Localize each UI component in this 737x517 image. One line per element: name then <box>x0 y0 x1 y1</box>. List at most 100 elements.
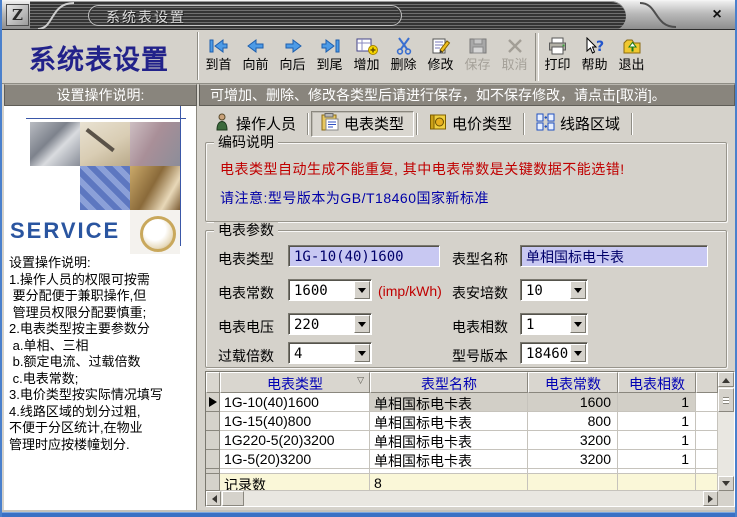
print-icon <box>548 34 568 57</box>
app-window: Z 系统表设置 × 系统表设置 到首 向前 <box>0 0 737 517</box>
notice-bar: 可增加、删除、修改各类型后请进行保存，如不保存修改，请点击[取消]。 <box>199 84 735 106</box>
toolbar-buttons: 到首 向前 向后 到尾 <box>200 31 650 83</box>
operator-icon <box>214 113 231 135</box>
tab-separator <box>631 113 633 135</box>
tab-meter-type[interactable]: 电表类型 <box>311 111 414 137</box>
voltage-dropdown[interactable]: 220 <box>288 313 372 335</box>
tab-label: 电价类型 <box>452 113 512 134</box>
exit-button[interactable]: 退出 <box>613 31 650 83</box>
sort-indicator-icon: ▽ <box>357 376 364 386</box>
titlebar-curve-decoration-right <box>638 1 678 30</box>
service-wordmark: SERVICE <box>10 218 120 244</box>
tab-line-area[interactable]: 线路区域 <box>527 111 629 137</box>
table-row[interactable]: 1G-15(40)800 单相国标电卡表 800 1 <box>206 412 718 431</box>
tab-label: 操作人员 <box>236 113 296 134</box>
vertical-scroll-thumb[interactable] <box>718 388 734 412</box>
photo-gold-parts <box>130 166 180 210</box>
toolbar: 系统表设置 到首 向前 向后 <box>2 30 735 84</box>
table-row[interactable]: 1G-5(20)3200 单相国标电卡表 3200 1 <box>206 450 718 469</box>
goto-last-button[interactable]: 到尾 <box>311 31 348 83</box>
column-header-model-name[interactable]: 表型名称 <box>370 372 528 393</box>
coding-note-text: 请注意:型号版本为GB/T18460国家新标准 <box>220 188 489 208</box>
cancel-button[interactable]: 取消 <box>496 31 533 83</box>
photo-pens <box>130 122 180 166</box>
price-type-icon <box>429 113 447 135</box>
voltage-label: 电表电压 <box>218 317 274 337</box>
print-button[interactable]: 打印 <box>539 31 576 83</box>
modify-record-icon <box>431 34 451 57</box>
go-next-button[interactable]: 向后 <box>274 31 311 83</box>
vertical-scrollbar[interactable] <box>718 372 734 491</box>
overload-label: 过载倍数 <box>218 346 274 366</box>
help-icon: ? <box>584 34 606 57</box>
add-record-button[interactable]: 增加 <box>348 31 385 83</box>
overload-dropdown[interactable]: 4 <box>288 342 372 364</box>
line-area-icon <box>536 113 555 135</box>
scroll-left-button[interactable] <box>206 491 221 506</box>
photo-tools <box>30 122 80 166</box>
save-button[interactable]: 保存 <box>459 31 496 83</box>
save-icon <box>468 34 488 57</box>
window-title: 系统表设置 <box>106 7 186 27</box>
scroll-right-button[interactable] <box>703 491 718 506</box>
version-dropdown[interactable]: 18460 <box>520 342 588 364</box>
column-header-constant[interactable]: 电表常数 <box>528 372 618 393</box>
right-panel: 操作人员 电表类型 电价类型 线路区域 <box>199 106 737 510</box>
exit-icon <box>622 34 642 57</box>
toolbar-separator <box>197 32 199 80</box>
go-previous-icon <box>246 34 266 57</box>
close-icon[interactable]: × <box>707 5 727 25</box>
ampere-dropdown[interactable]: 10 <box>520 279 588 301</box>
horizontal-scroll-thumb[interactable] <box>222 491 244 506</box>
goto-first-icon <box>209 34 229 57</box>
version-label: 型号版本 <box>452 346 508 366</box>
delete-record-button[interactable]: 删除 <box>385 31 422 83</box>
row-indicator <box>206 393 220 412</box>
chevron-down-icon <box>354 315 370 333</box>
help-button[interactable]: ? 帮助 <box>576 31 613 83</box>
tab-operators[interactable]: 操作人员 <box>205 111 305 137</box>
horizontal-scrollbar[interactable] <box>206 491 718 506</box>
chevron-down-icon <box>354 344 370 362</box>
chevron-down-icon <box>570 344 586 362</box>
meter-constant-dropdown[interactable]: 1600 <box>288 279 372 301</box>
window-bottom-border <box>2 510 735 517</box>
scroll-up-button[interactable] <box>718 372 734 387</box>
delete-record-icon <box>394 34 414 57</box>
tab-separator <box>307 113 309 135</box>
row-indicator <box>206 431 220 450</box>
decor-hairline-vertical <box>180 106 181 246</box>
column-header-phase[interactable]: 电表相数 <box>618 372 696 393</box>
model-name-input[interactable] <box>520 245 708 267</box>
chevron-down-icon <box>354 281 370 299</box>
instructions-text: 设置操作说明: 1.操作人员的权限可按需 要分配便于兼职操作,但 管理员权限分配… <box>9 255 195 453</box>
goto-first-button[interactable]: 到首 <box>200 31 237 83</box>
tab-separator <box>523 113 525 135</box>
meter-constant-label: 电表常数 <box>218 283 274 303</box>
table-row[interactable]: 1G220-5(20)3200 单相国标电卡表 3200 1 <box>206 431 718 450</box>
photo-pen <box>80 122 130 166</box>
tab-price-type[interactable]: 电价类型 <box>420 111 521 137</box>
scroll-down-button[interactable] <box>718 476 734 491</box>
tab-label: 线路区域 <box>560 113 620 134</box>
meter-type-input[interactable] <box>288 245 440 267</box>
meter-params-groupbox: 电表参数 电表类型 表型名称 电表常数 1600 (imp/kWh) 表安培数 … <box>205 230 727 368</box>
model-name-label: 表型名称 <box>452 249 508 269</box>
grid-header-indicator <box>206 372 220 393</box>
column-header-meter-type[interactable]: 电表类型 ▽ <box>220 372 370 393</box>
chevron-down-icon <box>570 281 586 299</box>
go-previous-button[interactable]: 向前 <box>237 31 274 83</box>
app-logo-icon: Z <box>6 4 29 26</box>
add-record-icon <box>356 34 378 57</box>
modify-record-button[interactable]: 修改 <box>422 31 459 83</box>
row-indicator <box>206 450 220 469</box>
grid-header-row: 电表类型 ▽ 表型名称 电表常数 电表相数 <box>206 372 718 393</box>
table-row[interactable]: 1G-10(40)1600 单相国标电卡表 1600 1 <box>206 393 718 412</box>
photo-pocket-watch <box>130 210 180 254</box>
record-count-label: 记录数 <box>220 474 370 491</box>
left-panel: SERVICE 设置操作说明: 1.操作人员的权限可按需 要分配便于兼职操作,但… <box>4 106 197 510</box>
ampere-label: 表安培数 <box>452 283 508 303</box>
titlebar-curve-decoration <box>36 1 76 30</box>
grid-footer-row: 记录数 8 <box>206 474 718 491</box>
phase-dropdown[interactable]: 1 <box>520 313 588 335</box>
